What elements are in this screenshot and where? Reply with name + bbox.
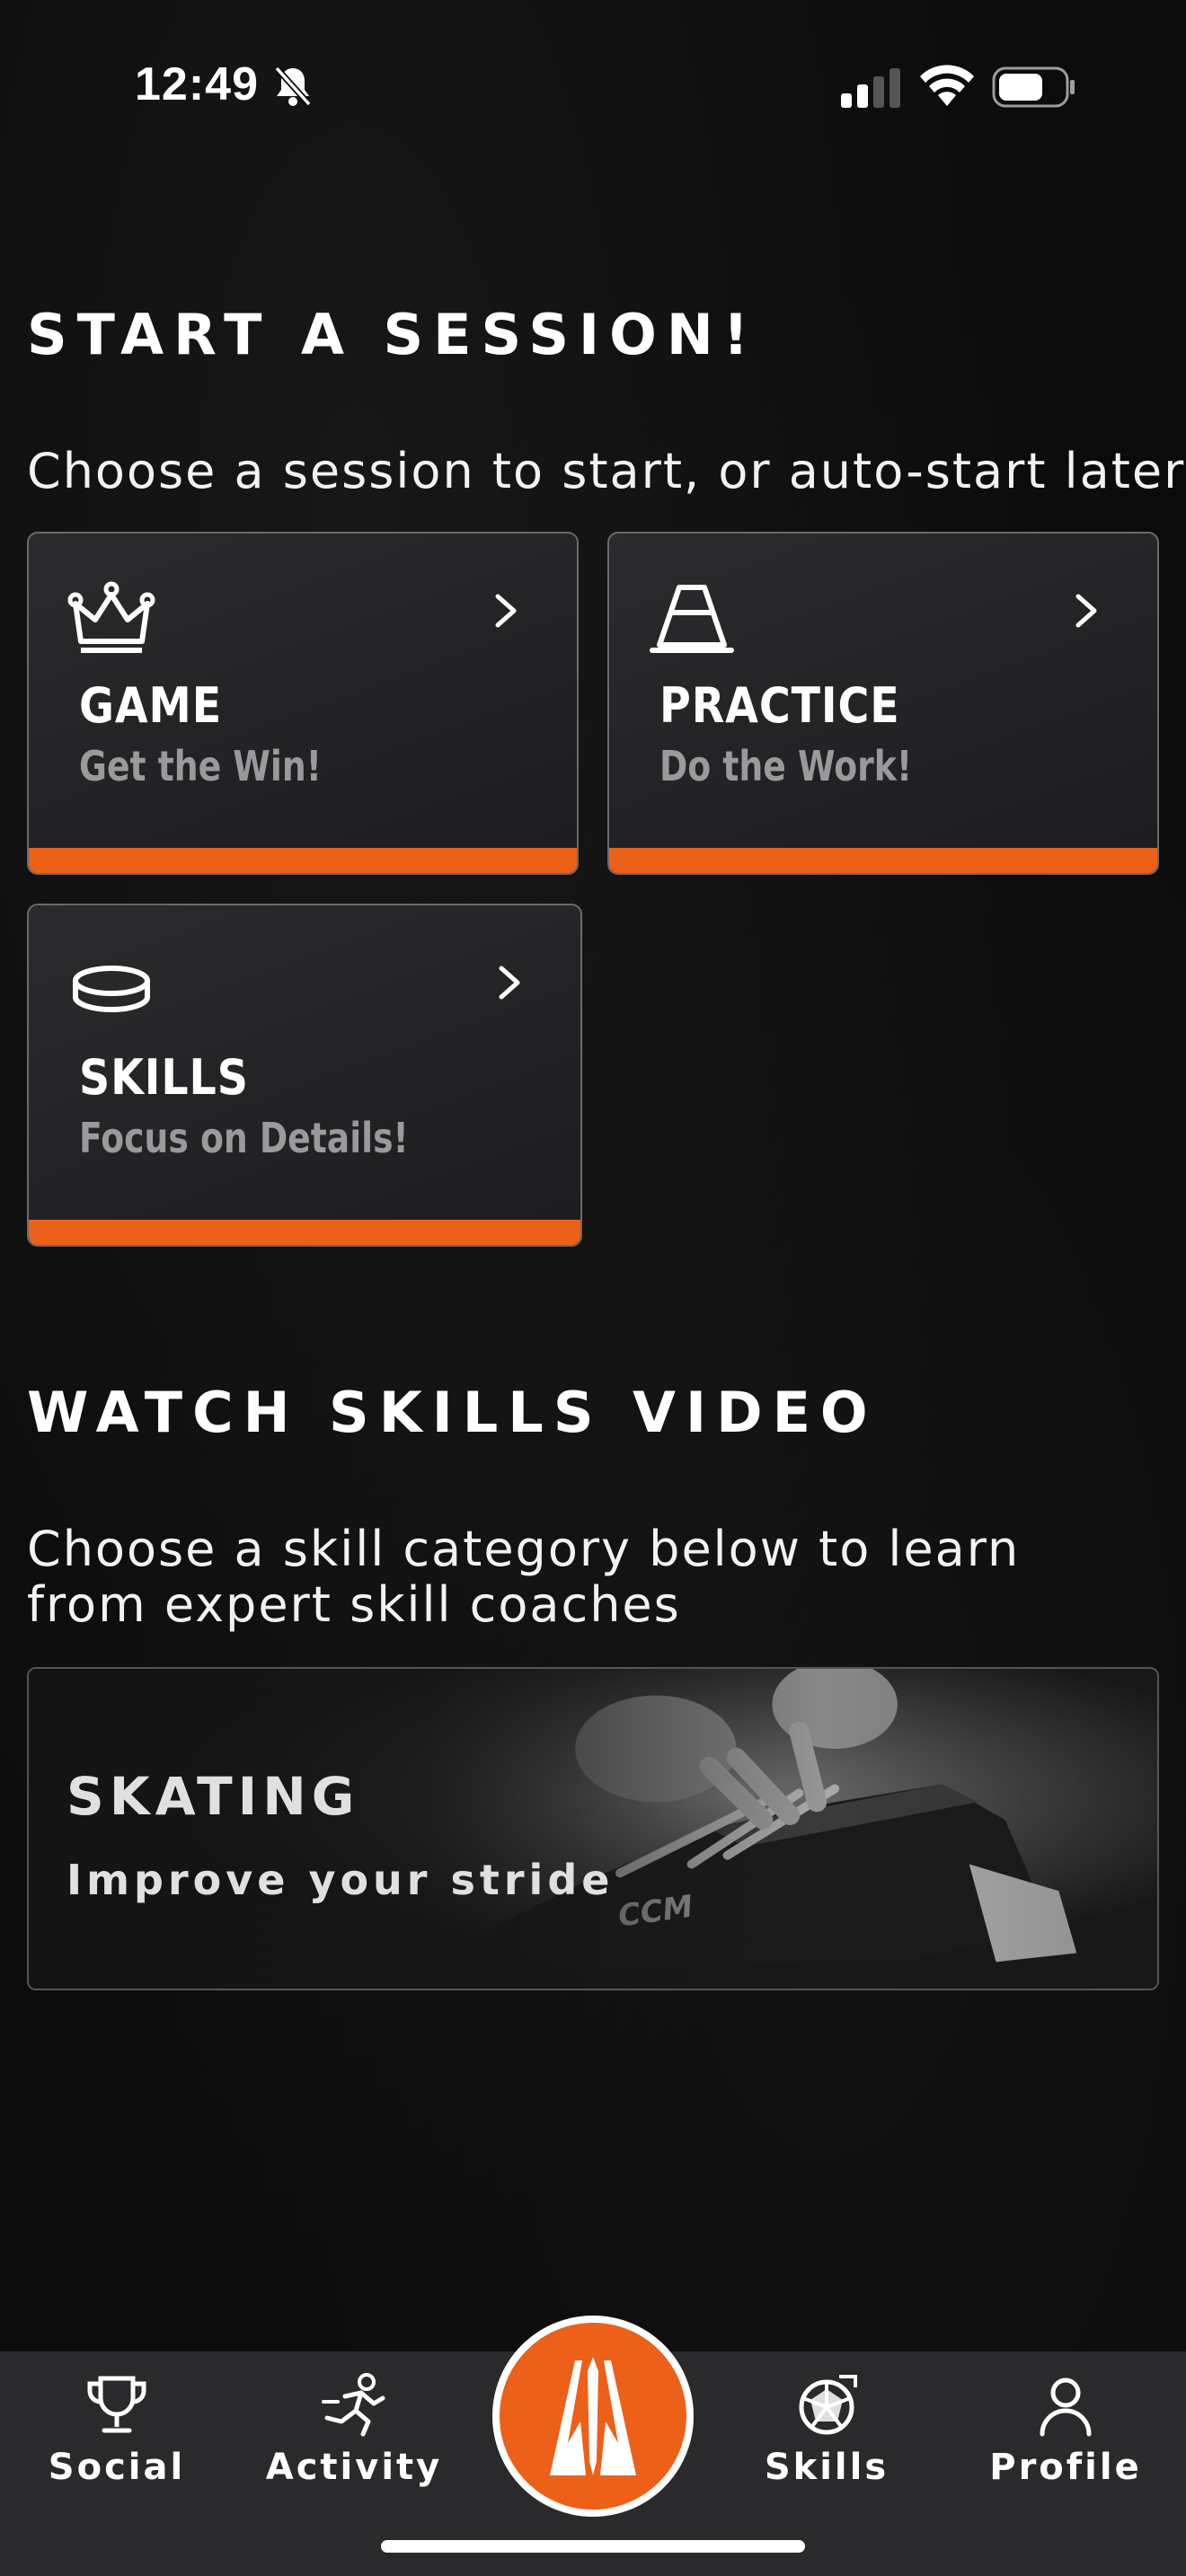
cone-icon — [650, 585, 734, 653]
skate-lacing-photo: CCM — [29, 1669, 1157, 1989]
trophy-icon — [87, 2376, 146, 2433]
skating-category-card[interactable]: CCM SKATING Improve your stride — [27, 1667, 1159, 1990]
puck-icon — [73, 966, 150, 1012]
game-session-card[interactable]: GAME Get the Win! — [27, 532, 579, 875]
home-indicator[interactable] — [381, 2540, 805, 2553]
skills-video-title: WATCH SKILLS VIDEO — [27, 1380, 878, 1445]
skills-video-subtitle: Choose a skill category below to learn f… — [27, 1521, 1021, 1633]
bell-muted-icon — [274, 66, 312, 107]
tab-activity[interactable]: Activity — [255, 2371, 453, 2515]
background — [0, 0, 1186, 2576]
tab-skills[interactable]: Skills — [728, 2371, 925, 2515]
card-subtitle: Get the Win! — [79, 742, 322, 790]
radar-icon — [799, 2375, 857, 2435]
crown-icon — [67, 581, 155, 653]
chevron-right-icon — [499, 966, 520, 1000]
tab-label: Social — [48, 2447, 186, 2488]
card-title: PRACTICE — [659, 677, 900, 734]
chevron-right-icon — [495, 594, 517, 628]
skills-session-card[interactable]: SKILLS Focus on Details! — [27, 904, 582, 1247]
practice-session-card[interactable]: PRACTICE Do the Work! — [607, 532, 1159, 875]
wifi-icon — [920, 65, 974, 106]
status-time: 12:49 — [135, 58, 259, 110]
tab-label: Activity — [265, 2447, 443, 2488]
cellular-signal-icon — [841, 68, 900, 108]
app-logo-icon — [550, 2357, 636, 2475]
card-accent-bar — [29, 848, 577, 873]
running-icon — [322, 2373, 385, 2437]
card-subtitle: Do the Work! — [659, 742, 913, 790]
card-subtitle: Focus on Details! — [79, 1114, 409, 1162]
tab-profile[interactable]: Profile — [967, 2371, 1164, 2515]
start-session-subtitle: Choose a session to start, or auto-start… — [27, 443, 1186, 499]
card-title: SKILLS — [79, 1049, 249, 1106]
status-bar: 12:49 — [0, 0, 1186, 171]
app-logo-button[interactable] — [492, 2316, 694, 2517]
tab-social[interactable]: Social — [18, 2371, 216, 2515]
category-title: SKATING — [66, 1766, 360, 1827]
chevron-right-icon — [1075, 594, 1097, 628]
card-accent-bar — [29, 1220, 580, 1245]
category-subtitle: Improve your stride — [66, 1856, 615, 1904]
tab-label: Skills — [764, 2447, 890, 2488]
card-accent-bar — [609, 848, 1157, 873]
person-icon — [1040, 2378, 1092, 2437]
battery-icon — [992, 66, 1075, 108]
card-title: GAME — [79, 677, 223, 734]
tab-label: Profile — [989, 2447, 1142, 2488]
start-session-title: START A SESSION! — [27, 302, 758, 367]
